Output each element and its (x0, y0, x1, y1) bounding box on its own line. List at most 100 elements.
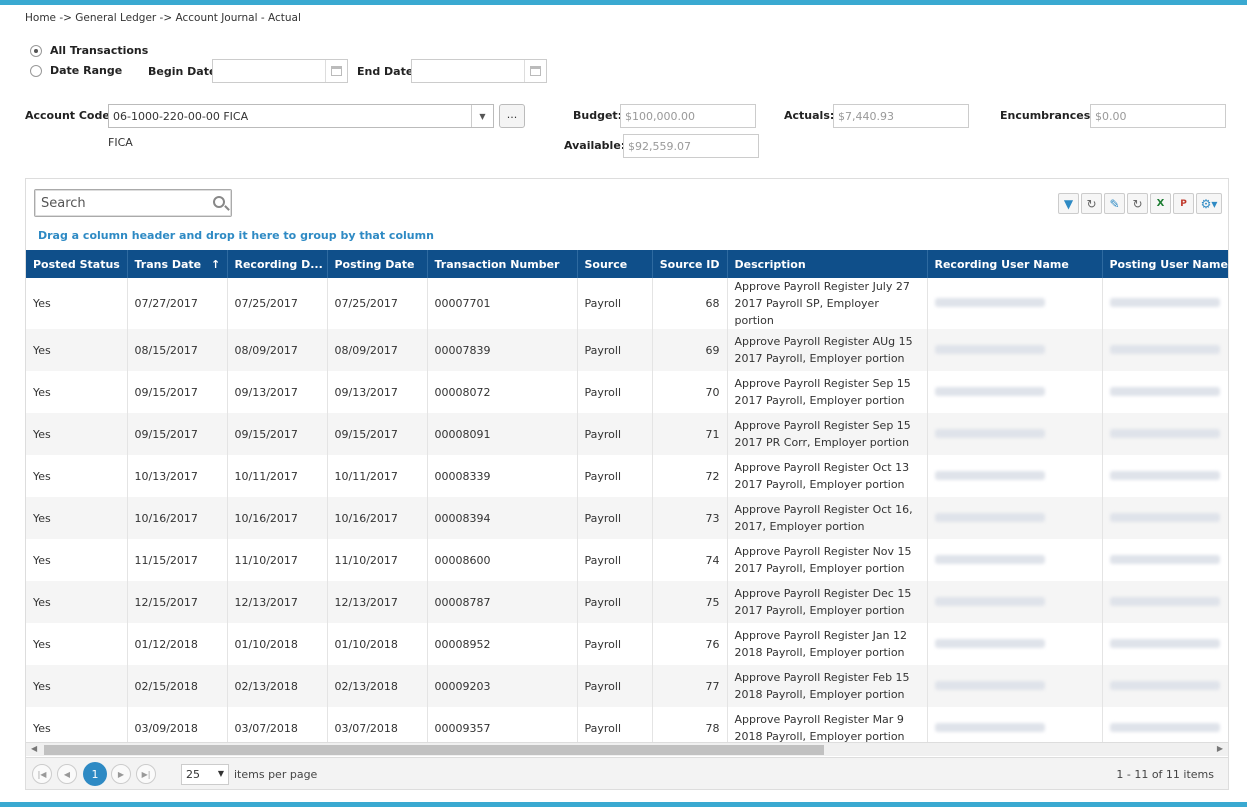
pdf-icon[interactable]: P (1173, 193, 1194, 214)
table-cell: 00008091 (427, 413, 578, 455)
table-cell: Approve Payroll Register Nov 15 2017 Pay… (727, 539, 928, 581)
encumbrances-label: Encumbrances: (1000, 109, 1095, 122)
table-row[interactable]: Yes 07/27/2017 07/25/2017 07/25/2017 0000770… (26, 278, 1228, 329)
redacted-user-name (1109, 344, 1220, 354)
scroll-right-icon[interactable]: ▶ (1217, 744, 1223, 753)
last-page-icon[interactable]: ▶| (136, 764, 156, 784)
table-row[interactable]: Yes 10/16/2017 10/16/2017 10/16/2017 0000839… (26, 497, 1228, 539)
search-input[interactable]: Search (34, 189, 232, 217)
column-header-posting-user[interactable]: Posting User Name (1102, 250, 1228, 278)
table-cell: 01/10/2018 (327, 623, 428, 665)
table-row[interactable]: Yes 01/12/2018 01/10/2018 01/10/2018 0000895… (26, 623, 1228, 665)
table-cell: Payroll (577, 581, 653, 623)
column-header-recording-date[interactable]: Recording D... (227, 250, 328, 278)
date-range-label: Date Range (50, 64, 123, 77)
grid-toolbar: ▼ ↻ ✎ ↻ X P ⚙▾ (1058, 193, 1222, 214)
filter-icon[interactable]: ▼ (1058, 193, 1079, 214)
transactions-grid: Search ▼ ↻ ✎ ↻ X P ⚙▾ Drag a column head… (25, 178, 1229, 790)
current-page-button[interactable]: 1 (83, 762, 107, 786)
first-page-icon[interactable]: |◀ (32, 764, 52, 784)
table-row[interactable]: Yes 11/15/2017 11/10/2017 11/10/2017 0000860… (26, 539, 1228, 581)
table-row[interactable]: Yes 08/15/2017 08/09/2017 08/09/2017 0000783… (26, 329, 1228, 371)
budget-label: Budget: (573, 109, 623, 122)
table-cell: 00008600 (427, 539, 578, 581)
scrollbar-thumb[interactable] (44, 745, 824, 755)
table-cell: 10/16/2017 (127, 497, 228, 539)
table-cell: 77 (652, 665, 728, 707)
table-cell: 00007839 (427, 329, 578, 371)
table-row[interactable]: Yes 10/13/2017 10/11/2017 10/11/2017 0000833… (26, 455, 1228, 497)
transactions-table: Posted Status Trans Date ↑ Recording D..… (26, 250, 1228, 742)
wrench-icon[interactable]: ✎ (1104, 193, 1125, 214)
table-cell: Approve Payroll Register Feb 15 2018 Pay… (727, 665, 928, 707)
table-cell: Yes (26, 413, 128, 455)
table-row[interactable]: Yes 02/15/2018 02/13/2018 02/13/2018 0000920… (26, 665, 1228, 707)
grid-table-viewport: Posted Status Trans Date ↑ Recording D..… (26, 250, 1228, 742)
pager: |◀ ◀ 1 ▶ ▶| 25 ▼ items per page 1 - 11 o… (26, 757, 1228, 789)
column-header-source-id[interactable]: Source ID (652, 250, 728, 278)
next-page-icon[interactable]: ▶ (111, 764, 131, 784)
encumbrances-field: $0.00 (1090, 104, 1226, 128)
table-cell: Yes (26, 581, 128, 623)
refresh-icon[interactable]: ↻ (1081, 193, 1102, 214)
page-size-select[interactable]: 25 ▼ (181, 764, 229, 785)
table-cell: 12/13/2017 (327, 581, 428, 623)
gear-icon[interactable]: ⚙▾ (1196, 193, 1222, 214)
radio-date-range[interactable]: Date Range (30, 64, 122, 77)
redacted-user-name (934, 428, 1045, 438)
table-cell: 09/15/2017 (127, 371, 228, 413)
table-cell: 09/13/2017 (327, 371, 428, 413)
search-icon[interactable] (213, 196, 225, 208)
column-header-description[interactable]: Description (727, 250, 928, 278)
horizontal-scrollbar[interactable]: ◀ ▶ (26, 742, 1228, 756)
table-cell: 02/15/2018 (127, 665, 228, 707)
recording-user-cell (927, 665, 1103, 707)
posting-user-cell (1102, 371, 1228, 413)
radio-range-icon[interactable] (30, 64, 42, 77)
table-cell: Yes (26, 707, 128, 742)
posting-user-cell (1102, 413, 1228, 455)
table-cell: Yes (26, 539, 128, 581)
table-cell: Yes (26, 455, 128, 497)
end-date-input[interactable] (411, 59, 547, 83)
account-lookup-button[interactable]: ... (499, 104, 525, 128)
refresh-icon[interactable]: ↻ (1127, 193, 1148, 214)
table-row[interactable]: Yes 09/15/2017 09/15/2017 09/15/2017 0000809… (26, 413, 1228, 455)
radio-all-transactions[interactable]: All Transactions (30, 44, 148, 57)
scroll-left-icon[interactable]: ◀ (31, 744, 37, 753)
table-cell: 10/16/2017 (227, 497, 328, 539)
table-cell: 07/25/2017 (327, 278, 428, 329)
prev-page-icon[interactable]: ◀ (57, 764, 77, 784)
chevron-down-icon[interactable]: ▼ (471, 105, 493, 127)
table-row[interactable]: Yes 03/09/2018 03/07/2018 03/07/2018 0000935… (26, 707, 1228, 742)
table-cell: 11/15/2017 (127, 539, 228, 581)
column-header-transaction-number[interactable]: Transaction Number (427, 250, 578, 278)
table-cell: 11/10/2017 (327, 539, 428, 581)
account-code-label: Account Code: (25, 109, 115, 122)
begin-date-input[interactable] (212, 59, 348, 83)
table-cell: Payroll (577, 329, 653, 371)
table-cell: 00008072 (427, 371, 578, 413)
radio-all-icon[interactable] (30, 44, 42, 57)
table-row[interactable]: Yes 12/15/2017 12/13/2017 12/13/2017 0000878… (26, 581, 1228, 623)
posting-user-cell (1102, 581, 1228, 623)
table-cell: Approve Payroll Register July 27 2017 Pa… (727, 278, 928, 329)
recording-user-cell (927, 581, 1103, 623)
excel-icon[interactable]: X (1150, 193, 1171, 214)
table-cell: 08/09/2017 (327, 329, 428, 371)
table-row[interactable]: Yes 09/15/2017 09/13/2017 09/13/2017 0000807… (26, 371, 1228, 413)
account-code-combobox[interactable]: 06-1000-220-00-00 FICA ▼ (108, 104, 494, 128)
calendar-icon[interactable] (524, 60, 546, 82)
column-header-recording-user[interactable]: Recording User Name (927, 250, 1103, 278)
column-header-posted-status[interactable]: Posted Status (26, 250, 128, 278)
column-header-source[interactable]: Source (577, 250, 653, 278)
table-cell: 12/15/2017 (127, 581, 228, 623)
column-header-posting-date[interactable]: Posting Date (327, 250, 428, 278)
actuals-label: Actuals: (784, 109, 835, 122)
table-cell: 02/13/2018 (327, 665, 428, 707)
table-cell: 12/13/2017 (227, 581, 328, 623)
column-header-trans-date[interactable]: Trans Date ↑ (127, 250, 228, 278)
table-cell: 70 (652, 371, 728, 413)
calendar-icon[interactable] (325, 60, 347, 82)
table-cell: Approve Payroll Register Sep 15 2017 PR … (727, 413, 928, 455)
